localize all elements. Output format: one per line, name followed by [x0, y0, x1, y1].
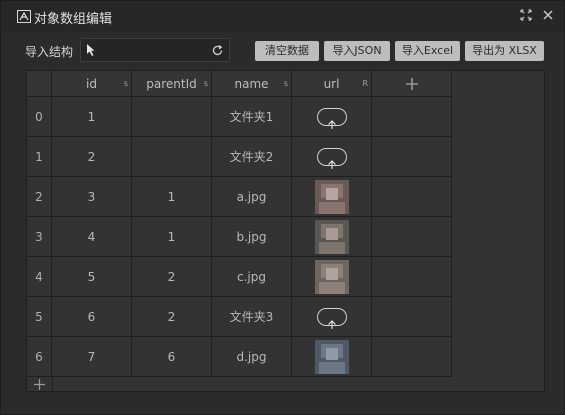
cell-empty[interactable]: [372, 177, 452, 217]
cell-parentid[interactable]: 1: [132, 217, 212, 257]
cell-parentid[interactable]: 6: [132, 337, 212, 377]
cell-name[interactable]: 文件夹1: [212, 97, 292, 137]
import-json-button[interactable]: 导入JSON: [324, 41, 390, 61]
upload-arrow-icon[interactable]: [316, 107, 347, 129]
cell-empty[interactable]: [372, 337, 452, 377]
column-header-name[interactable]: name s: [212, 71, 292, 97]
column-header-parentid[interactable]: parentId s: [132, 71, 212, 97]
cell-url[interactable]: [292, 257, 372, 297]
cell-id[interactable]: 4: [52, 217, 132, 257]
cell-name[interactable]: b.jpg: [212, 217, 292, 257]
object-array-editor-window: 对象数组编辑 导入结构 清空数据 导入JSON 导入Excel 导出为 XLSX…: [0, 0, 565, 415]
import-excel-button[interactable]: 导入Excel: [395, 41, 460, 61]
cell-name[interactable]: a.jpg: [212, 177, 292, 217]
cell-url[interactable]: [292, 97, 372, 137]
corner-header: [27, 71, 52, 97]
cell-name[interactable]: c.jpg: [212, 257, 292, 297]
image-thumbnail[interactable]: [315, 260, 349, 294]
column-type-tag: R: [362, 79, 368, 88]
upload-arrow-icon[interactable]: [316, 307, 347, 329]
row-index: 3: [27, 217, 52, 257]
row-index: 6: [27, 337, 52, 377]
row-index: 5: [27, 297, 52, 337]
cell-name[interactable]: 文件夹2: [212, 137, 292, 177]
cell-parentid[interactable]: 2: [132, 297, 212, 337]
image-thumbnail[interactable]: [315, 340, 349, 374]
table-edit-icon: [17, 10, 31, 23]
row-index: 0: [27, 97, 52, 137]
cell-name[interactable]: 文件夹3: [212, 297, 292, 337]
column-type-tag: s: [283, 79, 288, 88]
image-thumbnail[interactable]: [315, 180, 349, 214]
cell-parentid[interactable]: [132, 137, 212, 177]
column-type-tag: s: [123, 79, 128, 88]
row-index: 1: [27, 137, 52, 177]
cell-id[interactable]: 3: [52, 177, 132, 217]
cell-empty[interactable]: [372, 297, 452, 337]
column-name: name: [234, 77, 269, 91]
window-title: 对象数组编辑: [34, 12, 113, 27]
structure-picker[interactable]: [80, 38, 230, 62]
add-row-button[interactable]: [27, 377, 53, 392]
export-xlsx-button[interactable]: 导出为 XLSX: [465, 41, 544, 61]
cursor-arrow-icon[interactable]: [85, 43, 99, 60]
column-name: url: [323, 77, 340, 91]
import-structure-label: 导入结构: [25, 45, 74, 59]
column-name: parentId: [146, 77, 197, 91]
add-column-button[interactable]: [372, 71, 452, 97]
column-header-url[interactable]: url R: [292, 71, 372, 97]
cell-name[interactable]: d.jpg: [212, 337, 292, 377]
row-index: 4: [27, 257, 52, 297]
cell-id[interactable]: 2: [52, 137, 132, 177]
column-header-id[interactable]: id s: [52, 71, 132, 97]
cell-id[interactable]: 7: [52, 337, 132, 377]
image-thumbnail[interactable]: [315, 220, 349, 254]
cell-id[interactable]: 1: [52, 97, 132, 137]
row-index: 2: [27, 177, 52, 217]
cell-empty[interactable]: [372, 97, 452, 137]
cell-parentid[interactable]: [132, 97, 212, 137]
maximize-icon[interactable]: [520, 9, 534, 23]
cell-empty[interactable]: [372, 217, 452, 257]
cell-url[interactable]: [292, 297, 372, 337]
upload-arrow-icon[interactable]: [316, 147, 347, 169]
cell-id[interactable]: 5: [52, 257, 132, 297]
cell-parentid[interactable]: 2: [132, 257, 212, 297]
cell-empty[interactable]: [372, 137, 452, 177]
data-grid: id s parentId s name s url R 0 1 文件夹1 1 2 文件夹…: [26, 70, 545, 392]
plus-icon: [405, 78, 418, 90]
cell-id[interactable]: 6: [52, 297, 132, 337]
cell-empty[interactable]: [372, 257, 452, 297]
column-name: id: [86, 77, 97, 91]
cell-url[interactable]: [292, 217, 372, 257]
close-icon[interactable]: [542, 9, 556, 23]
cell-url[interactable]: [292, 337, 372, 377]
refresh-icon[interactable]: [211, 44, 224, 60]
cell-parentid[interactable]: 1: [132, 177, 212, 217]
column-type-tag: s: [203, 79, 208, 88]
cell-url[interactable]: [292, 137, 372, 177]
clear-data-button[interactable]: 清空数据: [255, 41, 319, 61]
plus-icon: [34, 379, 45, 390]
title-bar: 对象数组编辑: [1, 1, 564, 32]
cell-url[interactable]: [292, 177, 372, 217]
